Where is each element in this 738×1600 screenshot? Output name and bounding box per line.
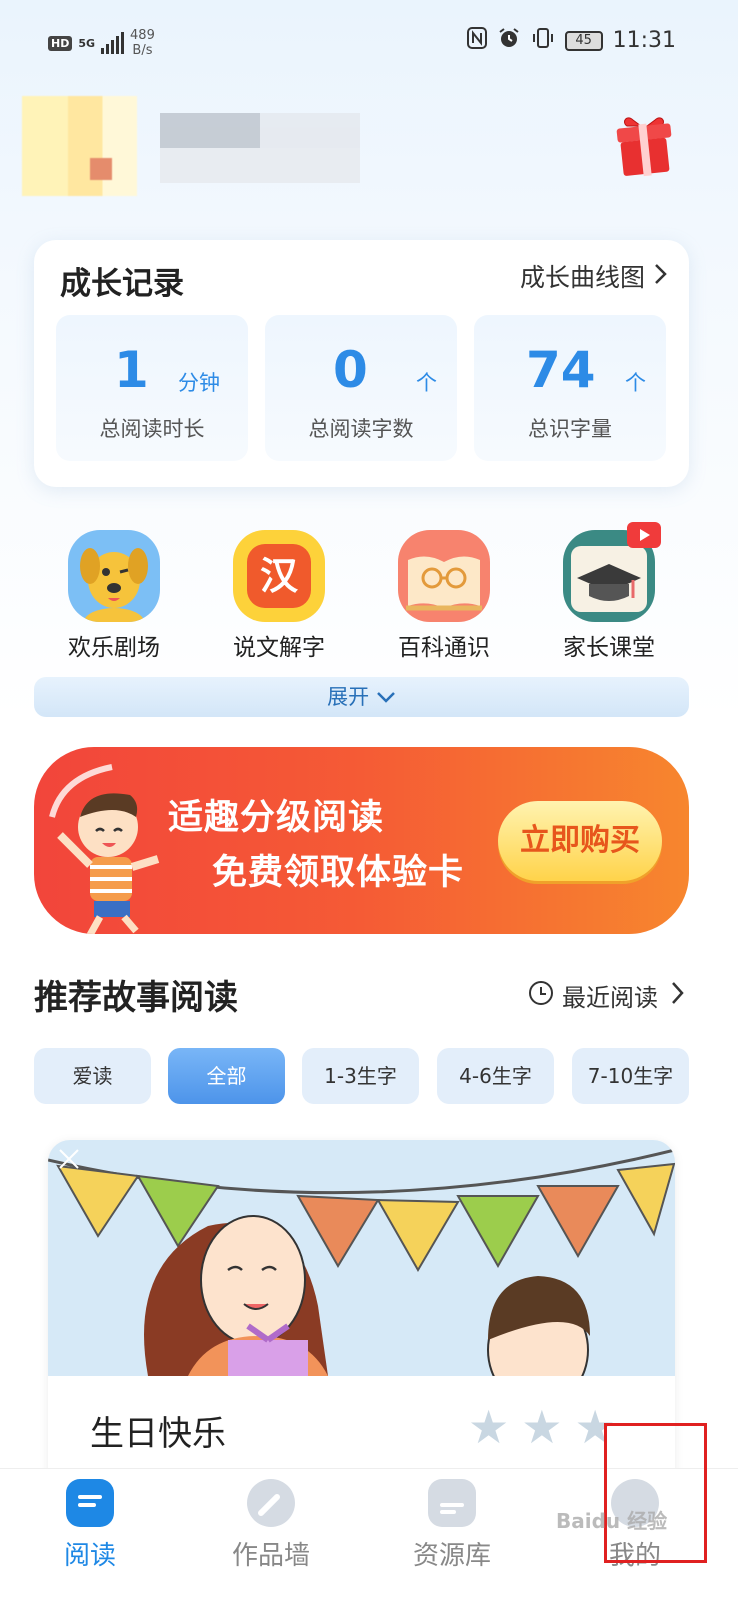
expand-button[interactable]: 展开 [34, 677, 689, 717]
han-glyph: 汉 [247, 544, 311, 608]
nav-label: 阅读 [63, 1541, 116, 1571]
boy-illustration-icon [42, 757, 162, 934]
status-bar: HD 5G 489 B/s 45 11:31 [0, 0, 738, 70]
growth-record-title: 成长记录 [60, 266, 184, 302]
recent-reading-link[interactable]: 最近阅读 [528, 978, 684, 1013]
star-icon: ★ [521, 1400, 563, 1454]
vibrate-icon [531, 26, 555, 55]
watermark: Baidu 经验 [556, 1509, 668, 1533]
story-title: 生日快乐 [90, 1414, 226, 1454]
network-type: 5G [78, 36, 96, 50]
username-blurred [160, 113, 360, 183]
feature-label: 百科通识 [398, 635, 490, 661]
chevron-right-icon [653, 262, 667, 291]
feature-shuowen-jiezi[interactable]: 汉 说文解字 [209, 530, 349, 662]
close-icon[interactable] [56, 1146, 82, 1176]
avatar[interactable] [22, 96, 137, 196]
network-speed: 489 B/s [130, 28, 155, 58]
highlight-box [604, 1423, 707, 1563]
network-speed-unit: B/s [132, 43, 153, 58]
feature-grid: 欢乐剧场 汉 说文解字 百科通识 家长课堂 [34, 522, 689, 665]
growth-record-card: 成长记录 成长曲线图 1 分钟 总阅读时长 0 个 总阅读字数 74 个 总识字… [34, 240, 689, 487]
stat-label: 总识字量 [528, 417, 612, 441]
feature-happy-theater[interactable]: 欢乐剧场 [44, 530, 184, 662]
stat-word-count[interactable]: 0 个 总阅读字数 [265, 315, 457, 461]
clock: 11:31 [612, 28, 676, 53]
feature-label: 欢乐剧场 [68, 635, 160, 661]
feature-label: 说文解字 [233, 635, 325, 661]
banner-subline: 免费领取体验卡 [212, 853, 465, 893]
expand-label: 展开 [327, 685, 370, 709]
stat-unit: 分钟 [178, 371, 220, 395]
video-badge-icon [627, 522, 661, 548]
stat-label: 总阅读字数 [308, 417, 414, 441]
feature-encyclopedia[interactable]: 百科通识 [374, 530, 514, 662]
chevron-right-icon [670, 981, 684, 1011]
book-icon [66, 1479, 114, 1527]
tab-1-3-chars[interactable]: 1-3生字 [302, 1048, 419, 1104]
stat-unit: 个 [625, 371, 646, 395]
dog-icon [68, 530, 160, 622]
birthday-illustration [48, 1140, 675, 1407]
han-character-icon: 汉 [233, 530, 325, 622]
stat-unit: 个 [416, 371, 437, 395]
clock-icon [528, 980, 554, 1012]
stat-reading-time[interactable]: 1 分钟 总阅读时长 [56, 315, 248, 461]
microphone-icon [247, 1479, 295, 1527]
book-glasses-icon [398, 530, 490, 622]
tab-favorites[interactable]: 爱读 [34, 1048, 151, 1104]
feature-parent-class[interactable]: 家长课堂 [539, 522, 679, 662]
alarm-icon [497, 26, 521, 55]
nav-resource-library[interactable]: 资源库 [397, 1479, 507, 1572]
banner-headline: 适趣分级阅读 [168, 798, 385, 838]
story-card[interactable]: 生日快乐 ★ ★ ★ [48, 1140, 675, 1480]
graduation-cap-icon [563, 522, 661, 622]
promo-banner[interactable]: 适趣分级阅读 免费领取体验卡 立即购买 [34, 747, 689, 934]
chevron-down-icon [376, 685, 396, 709]
filter-tabs: 爱读 全部 1-3生字 4-6生字 7-10生字 [34, 1048, 694, 1104]
nav-works-wall[interactable]: 作品墙 [216, 1479, 326, 1572]
network-speed-value: 489 [130, 28, 155, 43]
recommend-title: 推荐故事阅读 [34, 978, 238, 1018]
hd-badge: HD [48, 35, 73, 51]
nav-label: 资源库 [412, 1541, 491, 1571]
library-icon [428, 1479, 476, 1527]
nfc-icon [466, 27, 487, 54]
signal-icon [101, 32, 125, 54]
stat-known-characters[interactable]: 74 个 总识字量 [474, 315, 666, 461]
nav-label: 作品墙 [231, 1541, 310, 1571]
stat-label: 总阅读时长 [99, 417, 205, 441]
growth-curve-label: 成长曲线图 [519, 263, 645, 292]
star-icon: ★ [468, 1400, 510, 1454]
growth-curve-link[interactable]: 成长曲线图 [520, 258, 667, 294]
status-left: HD 5G 489 B/s [48, 28, 155, 58]
gift-icon[interactable] [615, 112, 673, 178]
nav-read[interactable]: 阅读 [35, 1479, 145, 1572]
status-right: 45 11:31 [466, 26, 676, 55]
battery-indicator: 45 [564, 30, 603, 51]
recent-reading-label: 最近阅读 [562, 984, 658, 1012]
tab-7-10-chars[interactable]: 7-10生字 [572, 1048, 689, 1104]
buy-now-button[interactable]: 立即购买 [498, 801, 662, 881]
tab-all[interactable]: 全部 [168, 1048, 285, 1104]
story-rating: ★ ★ ★ [468, 1402, 616, 1452]
tab-4-6-chars[interactable]: 4-6生字 [437, 1048, 554, 1104]
feature-label: 家长课堂 [563, 635, 655, 661]
